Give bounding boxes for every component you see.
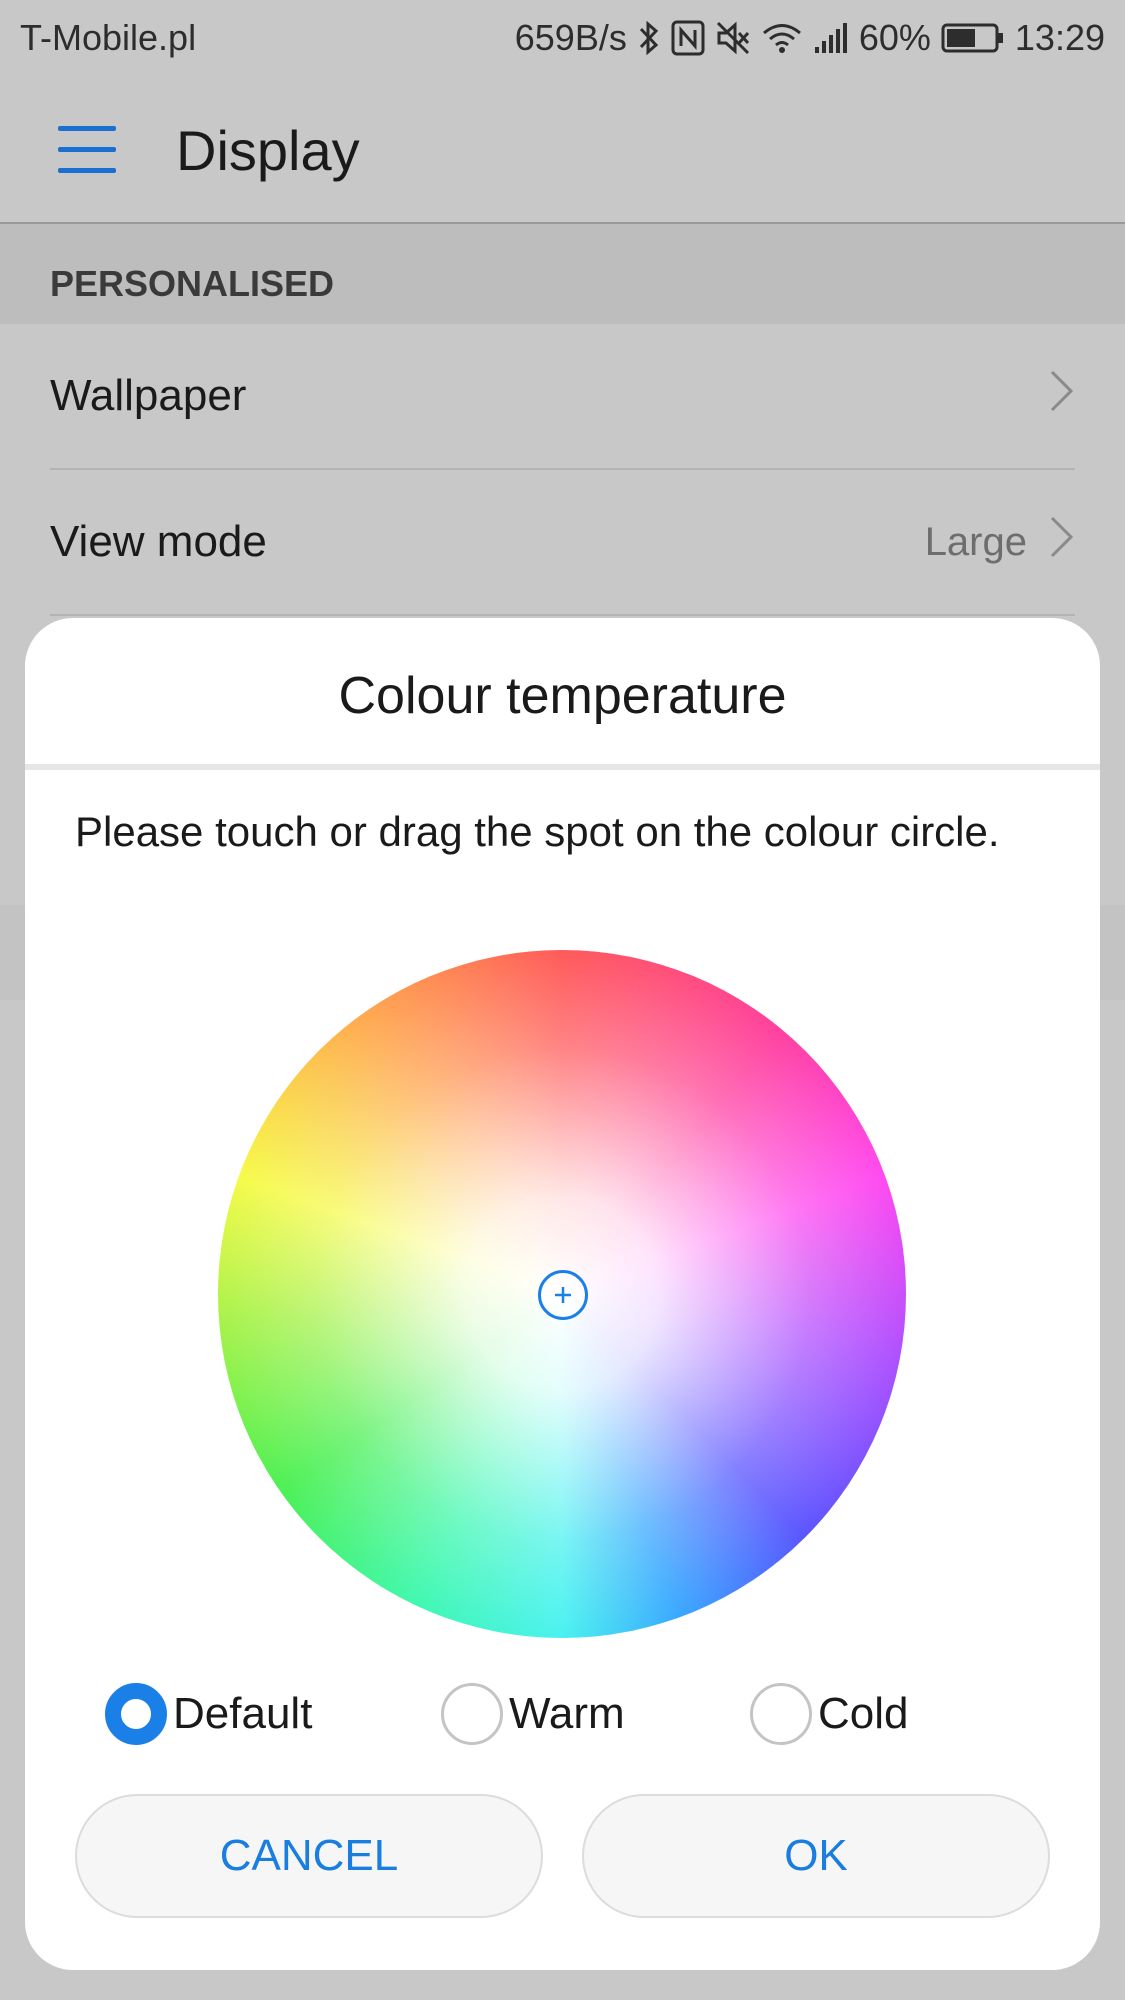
settings-row-wallpaper[interactable]: Wallpaper <box>50 324 1075 470</box>
cancel-button[interactable]: CANCEL <box>75 1794 543 1918</box>
plus-icon <box>555 1287 571 1303</box>
wifi-icon <box>761 21 803 55</box>
settings-row-view-mode[interactable]: View mode Large <box>50 470 1075 616</box>
signal-icon <box>813 21 849 55</box>
radio-button-icon <box>105 1683 167 1745</box>
bluetooth-icon <box>637 19 661 57</box>
battery-fill <box>946 29 975 47</box>
section-header: PERSONALISED <box>0 224 1125 324</box>
battery-icon <box>941 22 1005 54</box>
carrier-name: T-Mobile.pl <box>20 17 197 58</box>
settings-row-value: Large <box>924 519 1027 564</box>
status-bar: T-Mobile.pl 659B/s 60% 13:29 <box>0 0 1125 76</box>
radio-button-icon <box>750 1683 812 1745</box>
clock: 13:29 <box>1014 17 1105 58</box>
chevron-right-icon <box>1049 515 1075 570</box>
radio-button-icon <box>441 1683 503 1745</box>
network-speed: 659B/s <box>514 17 627 58</box>
mute-icon <box>715 20 751 56</box>
status-icons: 659B/s 60% 13:29 <box>515 17 1105 59</box>
colour-wheel[interactable] <box>218 950 906 1638</box>
page-title: Display <box>176 119 360 182</box>
radio-default[interactable]: Default <box>105 1674 312 1754</box>
dialog-title: Colour temperature <box>25 618 1100 770</box>
settings-row-label: Wallpaper <box>50 371 247 420</box>
colour-spot-handle[interactable] <box>538 1270 588 1320</box>
colour-temperature-dialog: Colour temperature Please touch or drag … <box>25 618 1100 1970</box>
action-bar: Display <box>0 76 1125 224</box>
ok-button[interactable]: OK <box>582 1794 1050 1918</box>
preset-radio-group: Default Warm Cold <box>25 1674 1100 1754</box>
settings-row-label: View mode <box>50 517 267 566</box>
battery-percent: 60% <box>858 17 931 58</box>
radio-warm[interactable]: Warm <box>441 1674 625 1754</box>
radio-cold[interactable]: Cold <box>750 1674 909 1754</box>
dialog-instructions: Please touch or drag the spot on the col… <box>75 808 1000 855</box>
radio-label: Cold <box>818 1689 909 1738</box>
nfc-icon <box>671 20 705 56</box>
radio-label: Default <box>173 1689 313 1738</box>
radio-label: Warm <box>509 1689 625 1738</box>
hamburger-menu-icon[interactable] <box>58 126 116 174</box>
chevron-right-icon <box>1049 369 1075 424</box>
